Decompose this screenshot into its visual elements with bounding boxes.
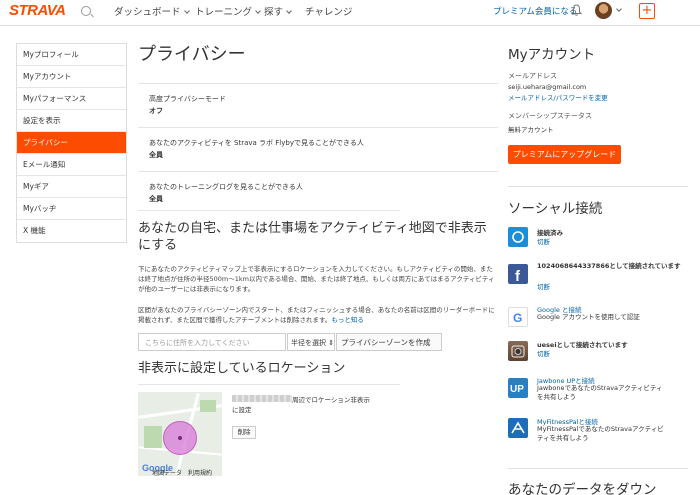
address-input[interactable]: こちらに住所を入力してください [138,333,286,351]
hidden-locations-title: 非表示に設定しているロケーション [138,361,346,376]
service-status: ueseiとして接続されています [537,341,628,349]
search-icon[interactable] [81,6,91,16]
select-arrows-icon: ⇕ [328,339,335,347]
setting-label: あなたのアクティビティを Strava ラボ Flybyで見ることができる人 [149,139,364,147]
nav-explore[interactable]: 探す [264,4,292,18]
google-icon: G [508,307,528,327]
change-email-link[interactable]: メールアドレス/パスワードを変更 [508,92,608,102]
setting-label: 高度プライバシーモード [149,95,226,103]
radius-select-label: 半径を選択 [291,339,326,347]
sidebar-item-x[interactable]: X 機能 [17,220,126,242]
disconnect-link[interactable]: 切断 [537,281,550,291]
setting-training-log[interactable]: あなたのトレーニングログを見ることができる人 全員 [138,171,498,215]
social-title: ソーシャル接続 [508,201,603,217]
jawbone-icon: UP [508,378,528,398]
divider [138,384,400,385]
nav-dashboard-label: ダッシュボード [114,7,181,18]
email-label: メールアドレス [508,72,557,80]
privacy-zone-description: 下にあなたのアクティビティマップ上で非表示にするロケーションを入力してください。… [138,265,495,293]
disconnect-link[interactable]: 切断 [537,236,550,246]
divider [508,468,688,469]
premium-link[interactable]: プレミアム会員になる [493,5,577,17]
chevron-down-icon [183,8,190,14]
location-text: 周辺でロケーション非表示 [292,396,370,404]
sidebar-item-profile[interactable]: Myプロフィール [17,44,126,66]
map-marker-icon [178,436,182,440]
main-content: プライバシー 高度プライバシーモード オフ あなたのアクティビティを Strav… [138,40,498,215]
garmin-icon [508,227,528,247]
avatar[interactable] [595,2,612,19]
privacy-zone-note: 区間があなたのプライバシーゾーン内でスタート、またはフィニッシュする場合、あなた… [138,305,498,325]
service-description: MyFitnessPalであなたのStravaアクティビティを共有しよう [537,425,664,442]
chevron-down-icon [286,8,292,14]
radius-select[interactable]: 半径を選択 ⇕ [287,333,335,351]
disconnect-link[interactable]: 切断 [537,348,550,358]
sidebar-item-performance[interactable]: Myパフォーマンス [17,88,126,110]
sidebar-item-email[interactable]: Eメール通知 [17,154,126,176]
setting-flyby[interactable]: あなたのアクティビティを Strava ラボ Flybyで見ることができる人 全… [138,127,498,171]
map-park [144,426,162,448]
sidebar-item-account[interactable]: Myアカウント [17,66,126,88]
facebook-icon: f [508,264,528,285]
service-description: JawboneであなたのStravaアクティビティを共有しよう [537,384,663,401]
download-data-title: あなたのデータをダウン [508,482,657,495]
setting-label: あなたのトレーニングログを見ることができる人 [149,183,303,191]
nav-challenges-label: チャレンジ [305,7,353,18]
divider [508,186,688,187]
membership-value: 無料アカウント [508,126,554,134]
privacy-zone-note-text: 区間があなたのプライバシーゾーン内でスタート、またはフィニッシュする場合、あなた… [138,306,495,324]
top-nav: STRAVA ダッシュボード トレーニング 探す チャレンジ プレミアム会員にな… [0,0,700,26]
delete-location-button[interactable]: 削除 [232,426,256,439]
myfitnesspal-icon [508,418,528,438]
nav-training[interactable]: トレーニング [195,4,261,18]
email-value: seiji.uehara@gmail.com [508,83,587,91]
learn-more-link[interactable]: もっと知る [331,316,364,324]
setting-value: 全員 [149,195,163,203]
sidebar-item-badges[interactable]: Myバッヂ [17,198,126,220]
membership-label: メンバーシップステータス [508,112,592,120]
svg-text:G: G [513,311,522,325]
privacy-zone-title: あなたの自宅、または仕事場をアクティビティ地図で非表示にする [138,221,487,253]
sidebar-item-gear[interactable]: Myギア [17,176,126,198]
nav-challenges[interactable]: チャレンジ [305,4,352,18]
upgrade-button[interactable]: プレミアムにアップグレード [508,145,621,164]
create-privacy-zone-button[interactable]: プライバシーゾーンを作成 [336,333,442,351]
map-park [200,400,216,412]
svg-text:UP: UP [510,384,524,395]
location-map[interactable]: Google 地図データ 利用規約 [138,392,222,476]
sidebar-item-display[interactable]: 設定を表示 [17,110,126,132]
service-description: Google アカウントを使用して認証 [537,313,640,321]
setting-value: 全員 [149,151,163,159]
nav-explore-label: 探す [264,7,284,18]
redacted-address [232,395,292,402]
service-status: 1024068644337866として接続されています [537,262,681,270]
instagram-icon [508,341,528,361]
svg-text:f: f [515,268,521,284]
sidebar-item-privacy[interactable]: プライバシー [17,132,126,154]
map-terms[interactable]: 地図データ 利用規約 [152,468,212,476]
divider [138,210,400,211]
setting-privacy-mode[interactable]: 高度プライバシーモード オフ [138,83,498,127]
chevron-down-icon[interactable] [616,6,622,12]
my-account-title: Myアカウント [508,47,596,63]
nav-dashboard[interactable]: ダッシュボード [114,4,190,18]
add-button[interactable]: + [639,3,655,19]
settings-sidebar: Myプロフィール Myアカウント Myパフォーマンス 設定を表示 プライバシー … [16,43,127,243]
strava-logo[interactable]: STRAVA [9,2,66,19]
location-text-suffix: に設定 [232,406,252,414]
chevron-down-icon [255,8,261,14]
nav-training-label: トレーニング [195,7,253,18]
page-title: プライバシー [138,44,246,65]
bell-icon[interactable] [571,4,582,16]
setting-value: オフ [149,107,163,115]
